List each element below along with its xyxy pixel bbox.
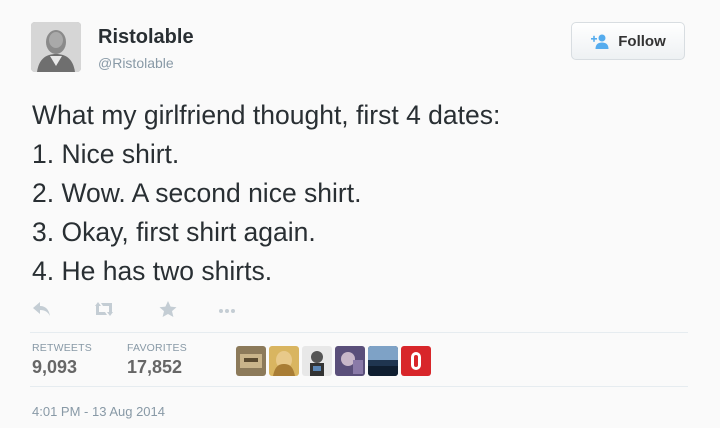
favorites-label[interactable]: FAVORITES [127, 342, 187, 354]
follow-label: Follow [618, 32, 666, 50]
divider [30, 332, 688, 333]
user-name[interactable]: Ristolable [98, 26, 194, 49]
tweet-line: 2. Wow. A second nice shirt. [32, 178, 362, 208]
favoriter-avatar[interactable] [401, 346, 431, 376]
more-icon[interactable] [217, 300, 237, 318]
avatar[interactable] [31, 22, 81, 72]
divider [30, 386, 688, 387]
favoriter-avatar[interactable] [335, 346, 365, 376]
tweet-text: What my girlfriend thought, first 4 date… [32, 96, 692, 291]
favoriter-avatar[interactable] [302, 346, 332, 376]
user-handle[interactable]: @Ristolable [98, 55, 174, 71]
favorite-icon[interactable] [158, 300, 178, 318]
favoriter-avatar[interactable] [236, 346, 266, 376]
tweet-line: What my girlfriend thought, first 4 date… [32, 100, 501, 130]
favorites-count[interactable]: 17,852 [127, 357, 182, 378]
tweet-line: 3. Okay, first shirt again. [32, 217, 316, 247]
tweet-line: 4. He has two shirts. [32, 256, 273, 286]
retweets-count[interactable]: 9,093 [32, 357, 77, 378]
add-user-icon [591, 34, 609, 49]
tweet-card: Ristolable @Ristolable Follow What my gi… [0, 0, 720, 428]
follow-button[interactable]: Follow [571, 22, 685, 60]
tweet-line: 1. Nice shirt. [32, 139, 180, 169]
tweet-timestamp[interactable]: 4:01 PM - 13 Aug 2014 [32, 404, 165, 419]
favoriter-avatar[interactable] [269, 346, 299, 376]
reply-icon[interactable] [32, 300, 52, 318]
favoriter-avatar[interactable] [368, 346, 398, 376]
retweets-label[interactable]: RETWEETS [32, 342, 92, 354]
retweet-icon[interactable] [92, 300, 116, 318]
